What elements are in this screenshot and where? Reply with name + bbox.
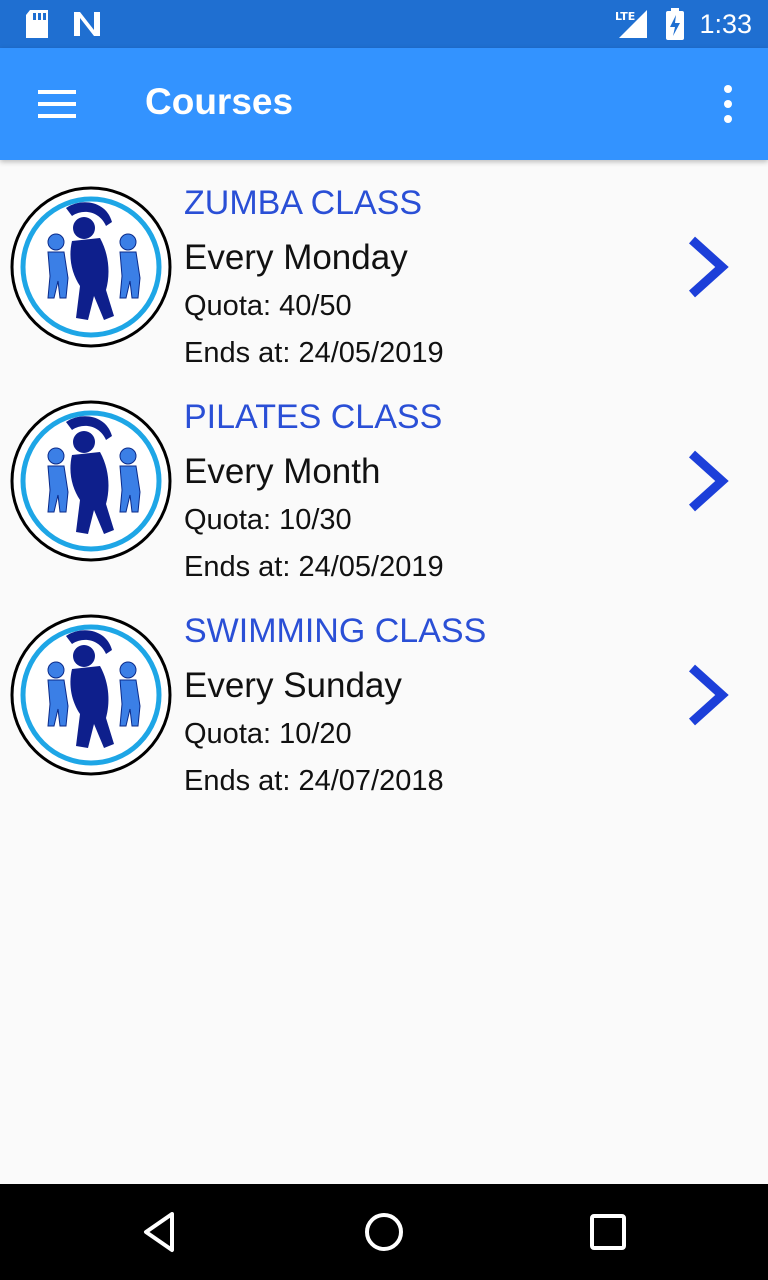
course-end-date: Ends at: 24/05/2019 — [184, 551, 444, 583]
more-vert-icon — [724, 85, 732, 123]
course-schedule: Every Month — [184, 452, 381, 491]
fitness-class-avatar-icon — [10, 400, 172, 562]
svg-text:LTE: LTE — [615, 10, 635, 23]
app-bar: Courses — [0, 48, 768, 160]
chevron-right-icon[interactable] — [680, 446, 736, 516]
course-list: ZUMBA CLASS Every Monday Quota: 40/50 En… — [0, 160, 768, 802]
lte-signal-icon: LTE — [615, 10, 648, 38]
battery-charging-icon — [666, 8, 685, 40]
chevron-right-icon[interactable] — [680, 660, 736, 730]
fitness-class-avatar-icon — [10, 614, 172, 776]
course-title: SWIMMING CLASS — [184, 612, 487, 650]
course-title: PILATES CLASS — [184, 398, 443, 436]
course-quota: Quota: 10/20 — [184, 718, 352, 750]
status-time: 1:33 — [699, 8, 752, 39]
course-quota: Quota: 40/50 — [184, 290, 352, 322]
course-schedule: Every Monday — [184, 238, 408, 277]
hamburger-menu-icon — [38, 90, 76, 118]
home-circle-icon[interactable] — [360, 1208, 408, 1256]
course-list-item[interactable]: SWIMMING CLASS Every Sunday Quota: 10/20… — [0, 588, 768, 802]
page-title: Courses — [145, 81, 294, 122]
recents-square-icon[interactable] — [584, 1208, 632, 1256]
hamburger-menu-button[interactable] — [24, 76, 88, 132]
back-triangle-icon[interactable] — [136, 1208, 184, 1256]
course-end-date: Ends at: 24/07/2018 — [184, 765, 444, 797]
sd-card-icon — [26, 10, 48, 38]
course-schedule: Every Sunday — [184, 666, 402, 705]
system-navigation-bar — [0, 1184, 768, 1280]
course-title: ZUMBA CLASS — [184, 184, 423, 222]
course-end-date: Ends at: 24/05/2019 — [184, 337, 444, 369]
fitness-class-avatar-icon — [10, 186, 172, 348]
n-notification-icon — [74, 12, 100, 36]
course-list-item[interactable]: PILATES CLASS Every Month Quota: 10/30 E… — [0, 374, 768, 588]
course-list-item[interactable]: ZUMBA CLASS Every Monday Quota: 40/50 En… — [0, 160, 768, 374]
overflow-menu-button[interactable] — [716, 84, 740, 124]
status-bar: LTE 1:33 — [0, 0, 768, 48]
course-quota: Quota: 10/30 — [184, 504, 352, 536]
chevron-right-icon[interactable] — [680, 232, 736, 302]
